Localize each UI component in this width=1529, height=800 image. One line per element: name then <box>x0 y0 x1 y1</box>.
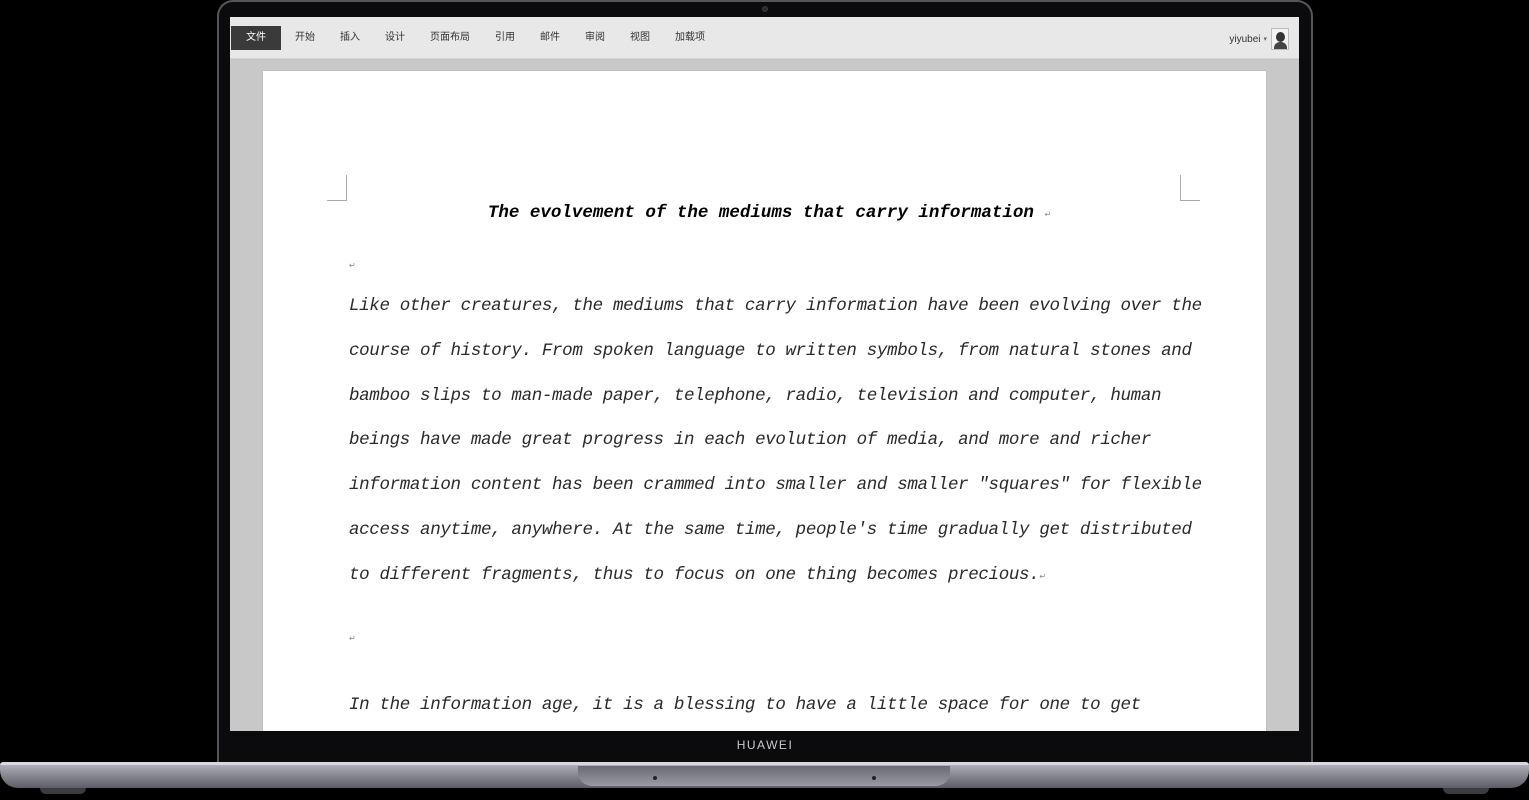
text-line: bamboo slips to man-made paper, telephon… <box>349 385 1162 406</box>
tab-design[interactable]: 设计 <box>375 26 415 50</box>
tab-page-layout[interactable]: 页面布局 <box>420 26 480 50</box>
tab-review[interactable]: 审阅 <box>575 26 615 50</box>
text-line-content: to different fragments, thus to focus on… <box>349 564 1040 585</box>
text-line: In the information age, it is a blessing… <box>349 695 1141 715</box>
hinge-screw <box>653 776 657 780</box>
paragraph-2[interactable]: In the information age, it is a blessing… <box>349 683 1209 728</box>
paragraph-1[interactable]: Like other creatures, the mediums that c… <box>349 284 1209 600</box>
tab-file[interactable]: 文件 <box>231 25 281 50</box>
hinge-notch <box>578 766 950 786</box>
tab-view[interactable]: 视图 <box>620 26 660 50</box>
text-line: Like other creatures, the mediums that c… <box>349 296 1202 316</box>
tab-references[interactable]: 引用 <box>485 26 525 50</box>
laptop-foot <box>40 788 86 794</box>
return-mark: ↵ <box>349 634 356 643</box>
brand-logo: HUAWEI <box>736 738 794 752</box>
document-canvas[interactable]: The evolvement of the mediums that carry… <box>230 60 1299 731</box>
title-text: The evolvement of the mediums that carry… <box>487 203 1034 223</box>
return-mark: ↵ <box>1044 210 1052 219</box>
margin-corner-top-right <box>1180 175 1200 201</box>
margin-corner-top-left <box>327 175 347 201</box>
ribbon-tab-bar: 文件 开始 插入 设计 页面布局 引用 邮件 审阅 视图 加载项 yiyubei… <box>230 17 1299 59</box>
text-line: access anytime, anywhere. At the same ti… <box>349 519 1192 540</box>
tab-add-ins[interactable]: 加载项 <box>665 26 715 50</box>
screen: 文件 开始 插入 设计 页面布局 引用 邮件 审阅 视图 加载项 yiyubei… <box>230 17 1299 731</box>
laptop-base-edge <box>0 762 1529 765</box>
return-mark: ↵ <box>1039 571 1046 581</box>
chevron-down-icon: ▾ <box>1263 36 1267 43</box>
return-mark: ↵ <box>349 261 356 270</box>
text-line: beings have made great progress in each … <box>349 430 1151 451</box>
avatar[interactable] <box>1271 28 1289 50</box>
tab-mailings[interactable]: 邮件 <box>530 26 570 50</box>
text-line: course of history. From spoken language … <box>349 340 1192 361</box>
text-line: information content has been crammed int… <box>349 475 1202 496</box>
tab-insert[interactable]: 插入 <box>330 26 370 50</box>
user-account[interactable]: yiyubei ▾ <box>1229 28 1289 50</box>
document-title[interactable]: The evolvement of the mediums that carry… <box>263 203 1266 223</box>
document-page[interactable]: The evolvement of the mediums that carry… <box>263 71 1266 731</box>
text-line: to different fragments, thus to focus on… <box>349 553 1209 600</box>
hinge-screw <box>872 776 876 780</box>
tab-home[interactable]: 开始 <box>285 26 325 50</box>
laptop-foot <box>1443 788 1489 794</box>
webcam-icon <box>762 6 768 12</box>
user-name: yiyubei <box>1229 33 1261 45</box>
